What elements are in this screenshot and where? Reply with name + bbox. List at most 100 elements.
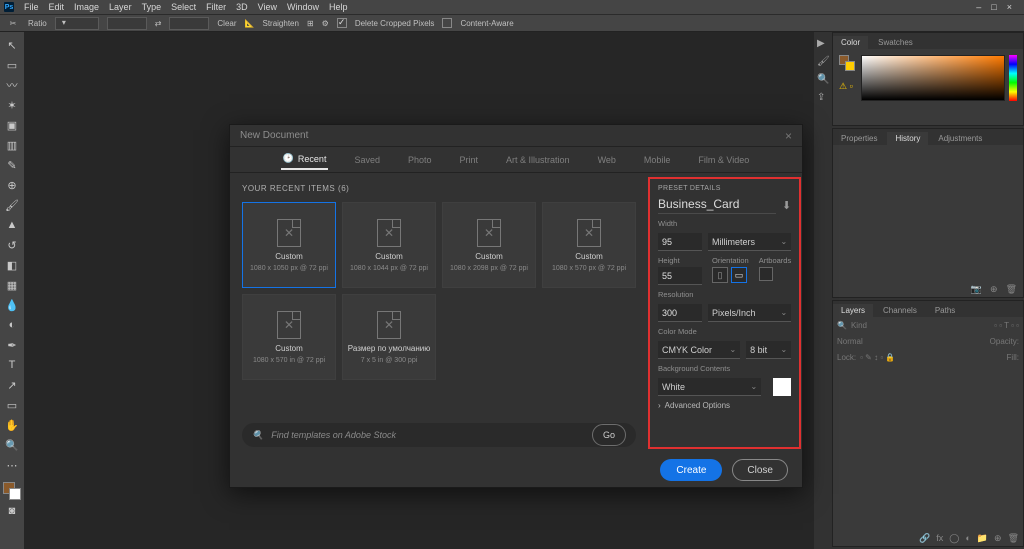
zoom-tool-icon[interactable]: 🔍 (2, 436, 22, 454)
shape-tool-icon[interactable]: ▭ (2, 396, 22, 414)
mask-icon[interactable]: ◯ (949, 533, 959, 544)
menu-type[interactable]: Type (142, 2, 162, 12)
frame-tool-icon[interactable]: ▥ (2, 136, 22, 154)
save-preset-icon[interactable]: ⬇ (782, 199, 791, 212)
pen-tool-icon[interactable]: ✒ (2, 336, 22, 354)
link-layers-icon[interactable]: 🔗 (919, 533, 930, 544)
blend-mode-dropdown[interactable]: Normal (837, 337, 863, 346)
edit-toolbar-icon[interactable]: ⋯ (2, 456, 22, 474)
gear-icon[interactable]: ⚙ (322, 19, 329, 28)
menu-select[interactable]: Select (171, 2, 196, 12)
straighten-icon[interactable]: 📐 (245, 19, 255, 28)
go-button[interactable]: Go (592, 424, 626, 446)
menu-view[interactable]: View (258, 2, 277, 12)
search-icon[interactable]: 🔍 (817, 74, 829, 86)
history-brush-tool-icon[interactable]: ↺ (2, 236, 22, 254)
bg-contents-dropdown[interactable]: White⌄ (658, 378, 761, 396)
menu-file[interactable]: File (24, 2, 39, 12)
preset-card[interactable]: ✕Размер по умолчанию7 x 5 in @ 300 ppi (342, 294, 436, 380)
marquee-tool-icon[interactable]: ▭ (2, 56, 22, 74)
tab-color[interactable]: Color (833, 36, 868, 49)
tab-mobile[interactable]: Mobile (642, 151, 673, 169)
kind-dropdown[interactable]: Kind (851, 321, 867, 330)
blur-tool-icon[interactable]: 💧 (2, 296, 22, 314)
preset-card[interactable]: ✕Custom1080 x 2098 px @ 72 ppi (442, 202, 536, 288)
swap-icon[interactable]: ⇄ (155, 19, 162, 28)
window-max-icon[interactable]: □ (991, 2, 996, 12)
menu-3d[interactable]: 3D (236, 2, 248, 12)
trash-icon[interactable]: 🗑 (1006, 284, 1017, 295)
height-input[interactable] (169, 17, 209, 30)
move-tool-icon[interactable]: ↖ (2, 36, 22, 54)
overlay-icon[interactable]: ⊞ (307, 19, 314, 28)
new-state-icon[interactable]: ⊕ (990, 284, 998, 295)
artboards-checkbox[interactable] (759, 267, 773, 281)
crop-tool-icon[interactable]: ▣ (2, 116, 22, 134)
play-icon[interactable]: ▶ (817, 38, 829, 50)
group-icon[interactable]: 📁 (977, 533, 988, 544)
brush-tool-icon[interactable]: 🖌 (2, 196, 22, 214)
window-close-icon[interactable]: × (1007, 2, 1012, 12)
tab-swatches[interactable]: Swatches (870, 36, 921, 49)
stamp-tool-icon[interactable]: ▲ (2, 216, 22, 234)
menu-edit[interactable]: Edit (49, 2, 65, 12)
share-icon[interactable]: ⇪ (817, 92, 829, 104)
quick-select-tool-icon[interactable]: ✶ (2, 96, 22, 114)
width-input[interactable] (107, 17, 147, 30)
new-layer-icon[interactable]: ⊕ (994, 533, 1002, 544)
preset-card[interactable]: ✕Custom1080 x 570 in @ 72 ppi (242, 294, 336, 380)
advanced-options-toggle[interactable]: ›Advanced Options (658, 401, 791, 410)
orientation-portrait[interactable]: ▯ (712, 267, 728, 283)
adjustment-layer-icon[interactable]: ◐ (965, 533, 970, 544)
color-mode-dropdown[interactable]: CMYK Color⌄ (658, 341, 740, 359)
gradient-tool-icon[interactable]: ▦ (2, 276, 22, 294)
fx-icon[interactable]: fx (936, 533, 943, 544)
delete-cropped-checkbox[interactable] (337, 18, 347, 28)
tab-saved[interactable]: Saved (352, 151, 382, 169)
width-input[interactable] (658, 233, 702, 251)
preset-card[interactable]: ✕Custom1080 x 570 px @ 72 ppi (542, 202, 636, 288)
tab-recent[interactable]: 🕑Recent (281, 149, 329, 170)
bit-depth-dropdown[interactable]: 8 bit⌄ (746, 341, 791, 359)
gamut-warning-icon[interactable]: ⚠ ▫ (839, 81, 853, 92)
color-field[interactable] (861, 55, 1005, 101)
dodge-tool-icon[interactable]: ◐ (2, 316, 22, 334)
preset-card[interactable]: ✕Custom1080 x 1044 px @ 72 ppi (342, 202, 436, 288)
ratio-dropdown[interactable]: ▾ (55, 17, 99, 30)
dialog-close-icon[interactable]: × (785, 129, 792, 143)
resolution-unit-dropdown[interactable]: Pixels/Inch⌄ (708, 304, 791, 322)
template-search[interactable]: 🔍 Find templates on Adobe Stock Go (242, 423, 636, 447)
tab-film[interactable]: Film & Video (696, 151, 751, 169)
eraser-tool-icon[interactable]: ◧ (2, 256, 22, 274)
menu-help[interactable]: Help (329, 2, 348, 12)
height-input[interactable] (658, 267, 702, 285)
tab-adjustments[interactable]: Adjustments (930, 132, 990, 145)
menu-filter[interactable]: Filter (206, 2, 226, 12)
type-tool-icon[interactable]: T (2, 356, 22, 374)
tab-layers[interactable]: Layers (833, 304, 873, 317)
tab-channels[interactable]: Channels (875, 304, 925, 317)
brush-settings-icon[interactable]: 🖌 (817, 56, 829, 68)
tab-paths[interactable]: Paths (927, 304, 963, 317)
width-unit-dropdown[interactable]: Millimeters⌄ (708, 233, 791, 251)
tab-photo[interactable]: Photo (406, 151, 434, 169)
orientation-landscape[interactable]: ▭ (731, 267, 747, 283)
new-snapshot-icon[interactable]: 📷 (971, 284, 982, 295)
quick-mask-icon[interactable]: ◙ (2, 502, 22, 520)
healing-tool-icon[interactable]: ⊕ (2, 176, 22, 194)
tab-art[interactable]: Art & Illustration (504, 151, 572, 169)
clear-button[interactable]: Clear (217, 19, 236, 28)
menu-image[interactable]: Image (74, 2, 99, 12)
create-button[interactable]: Create (660, 459, 722, 481)
content-aware-checkbox[interactable] (442, 18, 452, 28)
delete-layer-icon[interactable]: 🗑 (1008, 533, 1019, 544)
window-min-icon[interactable]: – (976, 2, 981, 12)
hand-tool-icon[interactable]: ✋ (2, 416, 22, 434)
menu-window[interactable]: Window (287, 2, 319, 12)
preset-name-input[interactable]: Business_Card (658, 197, 776, 214)
tab-history[interactable]: History (887, 132, 928, 145)
tab-web[interactable]: Web (596, 151, 618, 169)
resolution-input[interactable] (658, 304, 702, 322)
color-swatches[interactable] (3, 482, 21, 500)
close-button[interactable]: Close (732, 459, 788, 481)
